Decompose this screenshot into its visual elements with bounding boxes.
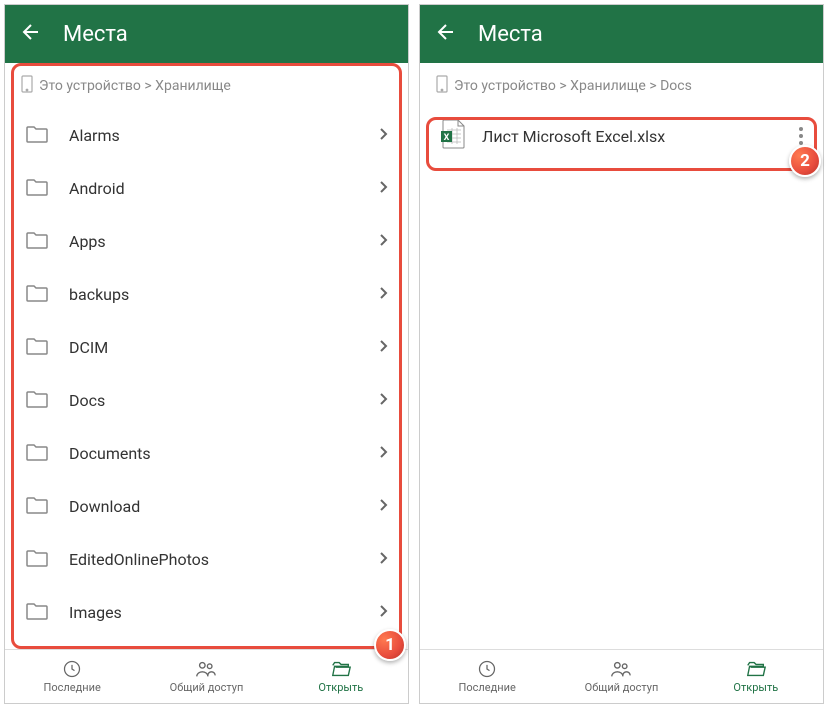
folder-item[interactable]: Documents bbox=[5, 427, 408, 480]
chevron-right-icon bbox=[379, 126, 388, 145]
folder-name: Documents bbox=[69, 444, 359, 463]
folder-name: Images bbox=[69, 603, 359, 622]
phone-right: Места 2 Это устройство > Хранилище > Doc… bbox=[419, 4, 824, 704]
folder-list-container: Alarms Android Apps backups DCIM bbox=[5, 109, 408, 649]
folder-name: backups bbox=[69, 285, 359, 304]
header-title: Места bbox=[478, 22, 543, 47]
svg-text:X: X bbox=[444, 133, 450, 143]
breadcrumb-text: Это устройство > Хранилище bbox=[39, 78, 231, 94]
chevron-right-icon bbox=[379, 550, 388, 569]
folder-icon bbox=[25, 124, 49, 148]
nav-shared[interactable]: Общий доступ bbox=[554, 650, 688, 703]
folder-name: Download bbox=[69, 497, 359, 516]
more-vertical-icon[interactable] bbox=[799, 127, 803, 145]
folder-name: Alarms bbox=[69, 126, 359, 145]
device-icon bbox=[436, 75, 448, 97]
chevron-right-icon bbox=[379, 232, 388, 251]
folder-icon bbox=[25, 177, 49, 201]
folder-icon bbox=[25, 495, 49, 519]
folder-item[interactable]: Alarms bbox=[5, 109, 408, 162]
people-icon bbox=[610, 659, 632, 679]
folder-icon bbox=[25, 601, 49, 625]
folder-name: Android bbox=[69, 179, 359, 198]
folder-icon bbox=[25, 389, 49, 413]
chevron-right-icon bbox=[379, 497, 388, 516]
folder-item[interactable]: backups bbox=[5, 268, 408, 321]
folder-item[interactable]: EditedOnlinePhotos bbox=[5, 533, 408, 586]
clock-icon bbox=[477, 659, 497, 679]
folder-icon bbox=[25, 283, 49, 307]
people-icon bbox=[195, 659, 217, 679]
breadcrumb[interactable]: Это устройство > Хранилище > Docs bbox=[420, 63, 823, 109]
breadcrumb-text: Это устройство > Хранилище > Docs bbox=[454, 78, 692, 94]
folder-icon bbox=[25, 548, 49, 572]
folder-icon bbox=[25, 442, 49, 466]
folder-name: DCIM bbox=[69, 338, 359, 357]
file-name: Лист Microsoft Excel.xlsx bbox=[482, 127, 783, 146]
breadcrumb[interactable]: Это устройство > Хранилище bbox=[5, 63, 408, 109]
nav-label: Открыть bbox=[318, 681, 363, 694]
folder-list: Alarms Android Apps backups DCIM bbox=[5, 109, 408, 639]
app-header: Места bbox=[420, 5, 823, 63]
nav-label: Общий доступ bbox=[585, 681, 659, 694]
nav-shared[interactable]: Общий доступ bbox=[139, 650, 273, 703]
bottom-nav: Последние Общий доступ Открыть bbox=[420, 649, 823, 703]
folder-icon bbox=[25, 336, 49, 360]
back-icon[interactable] bbox=[434, 20, 458, 48]
folder-name: EditedOnlinePhotos bbox=[69, 550, 359, 569]
folder-icon bbox=[25, 230, 49, 254]
clock-icon bbox=[62, 659, 82, 679]
folder-name: Apps bbox=[69, 232, 359, 251]
device-icon bbox=[21, 75, 33, 97]
chevron-right-icon bbox=[379, 338, 388, 357]
bottom-nav: Последние Общий доступ Открыть bbox=[5, 649, 408, 703]
back-icon[interactable] bbox=[19, 20, 43, 48]
nav-label: Общий доступ bbox=[170, 681, 244, 694]
folder-open-icon bbox=[745, 659, 767, 679]
folder-item[interactable]: Docs bbox=[5, 374, 408, 427]
annotation-badge-2: 2 bbox=[789, 145, 821, 177]
annotation-badge-1: 1 bbox=[374, 629, 406, 661]
folder-name: Docs bbox=[69, 391, 359, 410]
folder-open-icon bbox=[330, 659, 352, 679]
nav-label: Последние bbox=[44, 681, 101, 694]
chevron-right-icon bbox=[379, 391, 388, 410]
chevron-right-icon bbox=[379, 179, 388, 198]
chevron-right-icon bbox=[379, 603, 388, 622]
header-title: Места bbox=[63, 22, 128, 47]
nav-recent[interactable]: Последние bbox=[420, 650, 554, 703]
chevron-right-icon bbox=[379, 285, 388, 304]
chevron-right-icon bbox=[379, 444, 388, 463]
folder-item[interactable]: Apps bbox=[5, 215, 408, 268]
nav-open[interactable]: Открыть bbox=[689, 650, 823, 703]
file-item[interactable]: X Лист Microsoft Excel.xlsx bbox=[420, 109, 823, 163]
folder-item[interactable]: Android bbox=[5, 162, 408, 215]
nav-label: Открыть bbox=[733, 681, 778, 694]
folder-item[interactable]: Images bbox=[5, 586, 408, 639]
nav-recent[interactable]: Последние bbox=[5, 650, 139, 703]
file-list-container: X Лист Microsoft Excel.xlsx bbox=[420, 109, 823, 649]
nav-label: Последние bbox=[459, 681, 516, 694]
app-header: Места bbox=[5, 5, 408, 63]
phone-left: Места 1 Это устройство > Хранилище Alarm… bbox=[4, 4, 409, 704]
folder-item[interactable]: Download bbox=[5, 480, 408, 533]
excel-file-icon: X bbox=[440, 119, 466, 153]
folder-item[interactable]: DCIM bbox=[5, 321, 408, 374]
